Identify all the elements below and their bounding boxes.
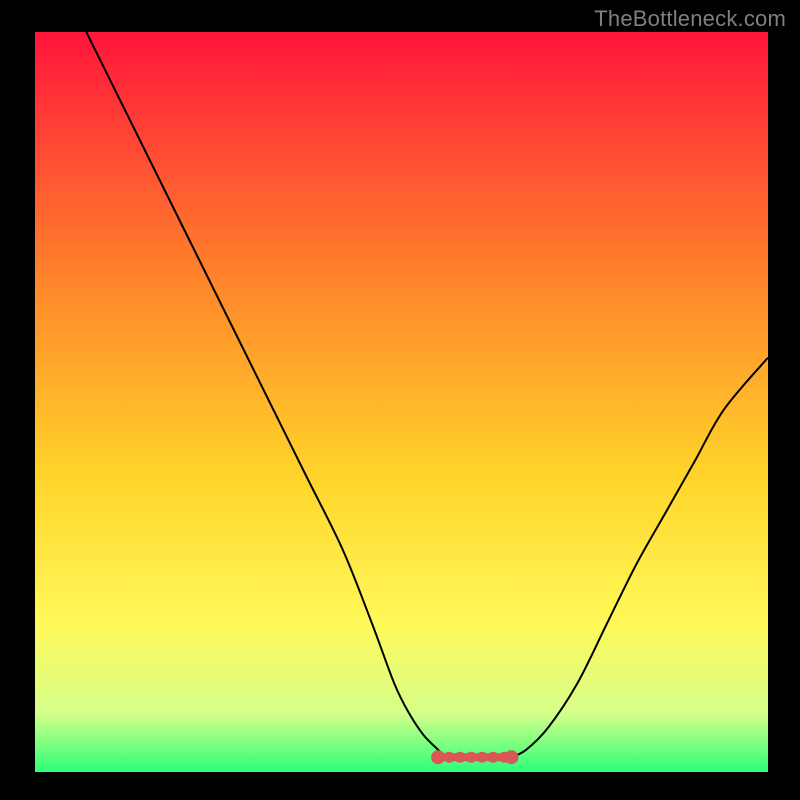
flat-zone-dot (455, 752, 466, 763)
flat-zone-dot (477, 752, 488, 763)
watermark-text: TheBottleneck.com (594, 6, 786, 32)
chart-svg (35, 32, 768, 772)
flat-zone-dot (444, 752, 455, 763)
chart-frame: TheBottleneck.com (0, 0, 800, 800)
flat-zone-end-dot (504, 750, 518, 764)
plot-area (35, 32, 768, 772)
flat-zone-dot (488, 752, 499, 763)
flat-zone-dot (466, 752, 477, 763)
gradient-background (35, 32, 768, 772)
flat-zone-end-dot (431, 750, 445, 764)
